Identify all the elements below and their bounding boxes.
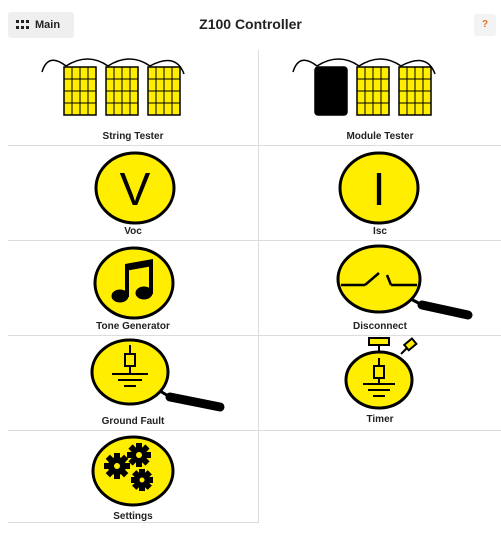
page-title: Z100 Controller: [199, 16, 302, 32]
tile-ground-fault[interactable]: Ground Fault: [8, 336, 259, 431]
tile-tone-generator[interactable]: Tone Generator: [8, 241, 259, 336]
current-symbol: I: [373, 163, 386, 215]
tile-label: Ground Fault: [101, 416, 165, 427]
tile-timer[interactable]: Timer: [259, 336, 501, 431]
tile-label: Settings: [113, 511, 153, 522]
tile-label: Module Tester: [346, 131, 414, 142]
top-bar: Main Z100 Controller ?: [0, 0, 501, 50]
tile-label: String Tester: [102, 131, 164, 142]
stopwatch-icon: [344, 337, 418, 410]
module-panels-icon: [292, 58, 436, 116]
tile-label: Tone Generator: [96, 321, 170, 332]
tile-voc[interactable]: V Voc: [8, 146, 259, 241]
tile-module-tester[interactable]: Module Tester: [259, 50, 501, 146]
current-icon: I: [338, 151, 420, 225]
music-note-icon: [93, 246, 175, 320]
tile-label: Isc: [373, 226, 387, 237]
tile-label: Timer: [366, 414, 394, 425]
tile-disconnect[interactable]: Disconnect: [259, 241, 501, 336]
help-button[interactable]: ?: [474, 14, 496, 36]
voltage-symbol: V: [120, 163, 151, 215]
tile-label: Disconnect: [353, 321, 407, 332]
voltage-icon: V: [94, 151, 176, 225]
disconnect-probe-icon: [336, 244, 473, 320]
ground-probe-icon: [90, 338, 225, 412]
tile-settings[interactable]: Settings: [8, 431, 259, 523]
string-panels-icon: [41, 58, 185, 116]
tile-isc[interactable]: I Isc: [259, 146, 501, 241]
tile-string-tester[interactable]: String Tester: [8, 50, 259, 146]
tile-label: Voc: [124, 226, 142, 237]
gears-icon: [91, 435, 175, 507]
